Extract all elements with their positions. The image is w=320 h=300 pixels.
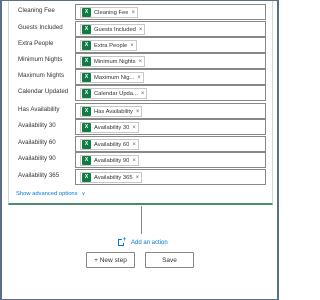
param-label: Availability 30 xyxy=(18,122,56,129)
param-row-maximum-nights: Maximum Nights Maximum Nig... × xyxy=(9,69,272,85)
param-row-calendar-updated: Calendar Updated Calendar Upda... × xyxy=(9,85,272,101)
save-button[interactable]: Save xyxy=(145,252,194,268)
param-row-availability-90: Availability 90 Availability 90 × xyxy=(9,152,272,168)
dynamic-content-token[interactable]: Maximum Nig... × xyxy=(80,72,144,83)
param-field-guests-included[interactable]: Guests Included × xyxy=(75,21,266,37)
excel-icon xyxy=(82,8,91,17)
dynamic-content-token[interactable]: Calendar Upda... × xyxy=(80,88,148,99)
connector-line xyxy=(141,206,142,234)
token-label: Extra People xyxy=(94,42,128,49)
new-step-button[interactable]: + New step xyxy=(86,252,135,268)
designer-canvas: Cleaning Fee Cleaning Fee × Guests Inclu… xyxy=(0,0,279,300)
excel-icon xyxy=(82,41,91,50)
param-field-cleaning-fee[interactable]: Cleaning Fee × xyxy=(75,4,266,20)
token-label: Has Availability xyxy=(94,108,133,115)
add-action-label: Add an action xyxy=(131,239,168,246)
param-field-has-availability[interactable]: Has Availability × xyxy=(75,103,266,119)
excel-icon xyxy=(82,107,91,116)
show-advanced-options-link[interactable]: Show advanced options ∨ xyxy=(16,191,85,197)
param-field-availability-60[interactable]: Availability 60 × xyxy=(75,136,266,152)
dynamic-content-token[interactable]: Availability 60 × xyxy=(80,139,139,150)
add-an-action-button[interactable]: + Add an action xyxy=(118,237,168,247)
dynamic-content-token[interactable]: Extra People × xyxy=(80,40,137,51)
param-field-extra-people[interactable]: Extra People × xyxy=(75,37,266,53)
advanced-options-label: Show advanced options xyxy=(16,191,78,197)
token-label: Maximum Nig... xyxy=(94,74,135,81)
param-field-availability-30[interactable]: Availability 30 × xyxy=(75,119,266,135)
dynamic-content-token[interactable]: Availability 365 × xyxy=(80,172,143,183)
excel-icon xyxy=(82,57,91,66)
param-row-availability-60: Availability 60 Availability 60 × xyxy=(9,136,272,152)
token-label: Availability 30 xyxy=(94,124,130,131)
token-label: Availability 90 xyxy=(94,157,130,164)
param-label: Cleaning Fee xyxy=(18,7,55,14)
param-row-availability-30: Availability 30 Availability 30 × xyxy=(9,119,272,135)
token-label: Guests Included xyxy=(94,26,136,33)
param-row-extra-people: Extra People Extra People × xyxy=(9,37,272,53)
param-field-availability-90[interactable]: Availability 90 × xyxy=(75,152,266,168)
save-label: Save xyxy=(162,256,177,264)
dynamic-content-token[interactable]: Has Availability × xyxy=(80,106,143,117)
add-action-icon: + xyxy=(118,237,127,247)
dynamic-content-token[interactable]: Minimum Nights × xyxy=(80,56,146,67)
token-label: Availability 60 xyxy=(94,141,130,148)
param-label: Calendar Updated xyxy=(18,88,69,95)
remove-token-icon[interactable]: × xyxy=(132,142,136,148)
remove-token-icon[interactable]: × xyxy=(139,27,143,33)
dynamic-content-token[interactable]: Availability 90 × xyxy=(80,155,139,166)
param-label: Availability 365 xyxy=(18,172,60,179)
param-field-minimum-nights[interactable]: Minimum Nights × xyxy=(75,53,266,69)
token-label: Availability 365 xyxy=(94,174,133,181)
dynamic-content-token[interactable]: Guests Included × xyxy=(80,24,146,35)
remove-token-icon[interactable]: × xyxy=(139,59,143,65)
token-label: Cleaning Fee xyxy=(94,9,129,16)
param-field-maximum-nights[interactable]: Maximum Nig... × xyxy=(75,69,266,85)
remove-token-icon[interactable]: × xyxy=(131,10,135,16)
excel-icon xyxy=(82,123,91,132)
excel-icon xyxy=(82,140,91,149)
remove-token-icon[interactable]: × xyxy=(132,125,136,131)
remove-token-icon[interactable]: × xyxy=(130,43,134,49)
token-label: Minimum Nights xyxy=(94,58,136,65)
param-label: Has Availability xyxy=(18,106,60,113)
param-label: Maximum Nights xyxy=(18,72,65,79)
excel-icon xyxy=(82,25,91,34)
chevron-down-icon: ∨ xyxy=(81,191,86,197)
param-row-has-availability: Has Availability Has Availability × xyxy=(9,103,272,119)
remove-token-icon[interactable]: × xyxy=(141,91,145,97)
param-label: Minimum Nights xyxy=(18,56,63,63)
param-row-minimum-nights: Minimum Nights Minimum Nights × xyxy=(9,53,272,69)
excel-icon xyxy=(82,173,91,182)
param-label: Guests Included xyxy=(18,24,63,31)
excel-icon xyxy=(82,73,91,82)
remove-token-icon[interactable]: × xyxy=(137,75,141,81)
token-label: Calendar Upda... xyxy=(94,90,138,97)
excel-icon xyxy=(82,89,91,98)
param-row-cleaning-fee: Cleaning Fee Cleaning Fee × xyxy=(9,4,272,20)
param-label: Availability 60 xyxy=(18,139,56,146)
param-field-availability-365[interactable]: Availability 365 × xyxy=(75,169,266,185)
remove-token-icon[interactable]: × xyxy=(136,175,140,181)
action-card: Cleaning Fee Cleaning Fee × Guests Inclu… xyxy=(8,1,273,205)
param-label: Extra People xyxy=(18,40,54,47)
param-label: Availability 90 xyxy=(18,155,56,162)
param-row-availability-365: Availability 365 Availability 365 × xyxy=(9,169,272,185)
param-row-guests-included: Guests Included Guests Included × xyxy=(9,21,272,37)
remove-token-icon[interactable]: × xyxy=(132,158,136,164)
param-field-calendar-updated[interactable]: Calendar Upda... × xyxy=(75,85,266,101)
remove-token-icon[interactable]: × xyxy=(136,109,140,115)
dynamic-content-token[interactable]: Availability 30 × xyxy=(80,122,139,133)
new-step-label: + New step xyxy=(94,256,127,264)
excel-icon xyxy=(82,156,91,165)
dynamic-content-token[interactable]: Cleaning Fee × xyxy=(80,7,138,18)
